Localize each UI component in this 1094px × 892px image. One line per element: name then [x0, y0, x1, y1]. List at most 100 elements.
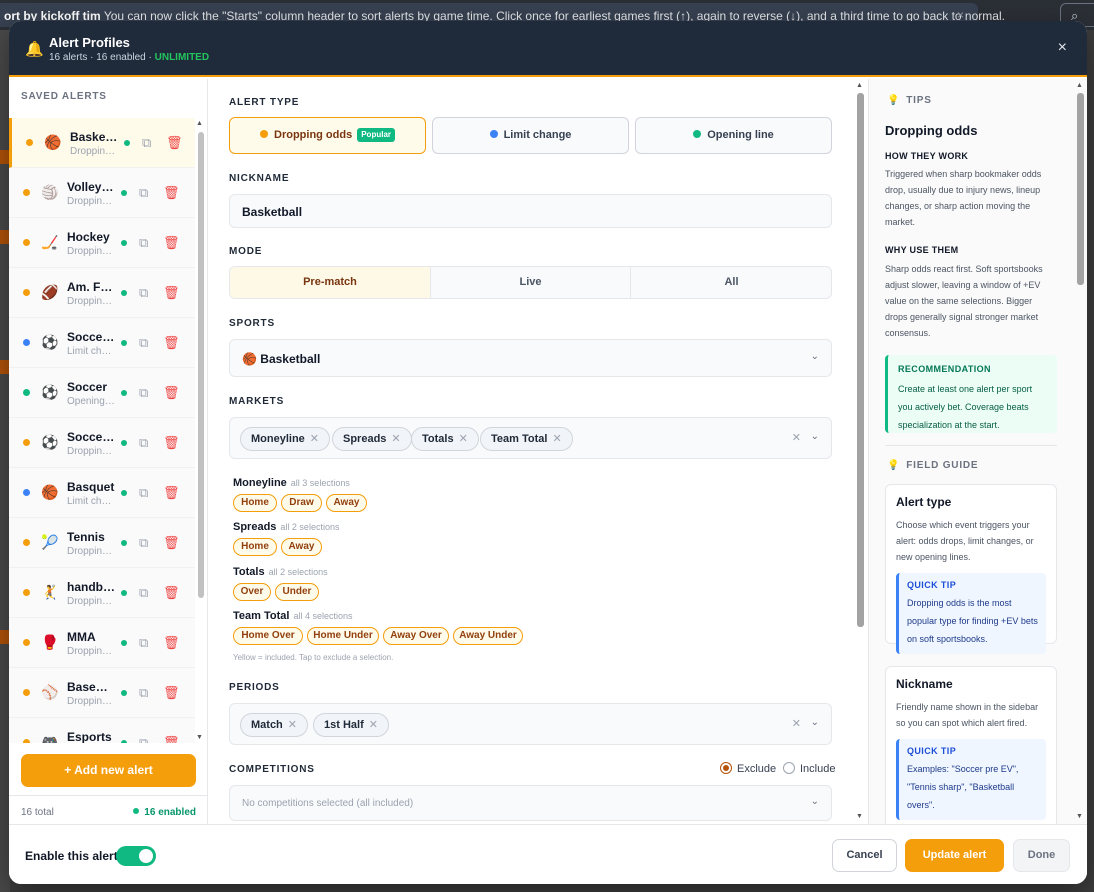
duplicate-icon[interactable]: ⧉ [139, 635, 148, 651]
scrollbar-thumb[interactable] [857, 93, 864, 627]
markets-multiselect[interactable]: Moneyline ✕ Spreads ✕ Totals ✕ Team Total ✕ … [229, 417, 832, 459]
sidebar-scrollbar[interactable]: ▲ ▼ [196, 118, 206, 743]
duplicate-icon[interactable]: ⧉ [139, 385, 148, 401]
selection-pill[interactable]: Home [233, 494, 277, 512]
clear-icon[interactable]: ✕ [792, 717, 801, 730]
sidebar-alert-item[interactable]: 🏀 Basketball Dropping odds ⧉ 🗑 [9, 118, 195, 168]
update-alert-button[interactable]: Update alert [905, 839, 1004, 872]
selection-pill[interactable]: Away [281, 538, 322, 556]
sports-select[interactable]: 🏀 Basketball ⌄ [229, 339, 832, 377]
market-chip[interactable]: Moneyline ✕ [240, 427, 331, 451]
sidebar-alert-item[interactable]: 🏈 Am. Football Dropping odds ⧉ 🗑 [9, 268, 195, 318]
market-chip[interactable]: Team Total ✕ [480, 427, 573, 451]
competitions-select[interactable]: No competitions selected (all included) … [229, 785, 832, 821]
sidebar-alert-item[interactable]: 🏐 Volleyball Dropping odds ⧉ 🗑 [9, 168, 195, 218]
add-new-alert-button[interactable]: + Add new alert [21, 754, 196, 787]
sidebar-alert-item[interactable]: 🏀 Basquet Limit change ⧉ 🗑 [9, 468, 195, 518]
sidebar-alert-item[interactable]: ⚽ Soccer sharp Dropping odds ⧉ 🗑 [9, 418, 195, 468]
sidebar-alert-item[interactable]: 🤾 handball Dropping odds ⧉ 🗑 [9, 568, 195, 618]
delete-icon[interactable]: 🗑 [163, 335, 180, 351]
duplicate-icon[interactable]: ⧉ [139, 535, 148, 551]
period-chip[interactable]: Match ✕ [240, 713, 308, 737]
chevron-down-icon[interactable]: ⌄ [811, 796, 819, 807]
delete-icon[interactable]: 🗑 [163, 185, 180, 201]
sidebar-alert-item[interactable]: 🏒 Hockey Dropping odds ⧉ 🗑 [9, 218, 195, 268]
done-button[interactable]: Done [1013, 839, 1070, 872]
sidebar-alert-item[interactable]: 🎮EsportsDropping odds⧉🗑 [9, 718, 195, 743]
delete-icon[interactable]: 🗑 [163, 585, 180, 601]
selection-pill[interactable]: Away Under [453, 627, 523, 645]
chevron-down-icon[interactable]: ⌄ [811, 717, 819, 728]
duplicate-icon[interactable]: ⧉ [142, 135, 151, 151]
sidebar-alert-item[interactable]: ⚽ Soccer pre EV Limit change ⧉ 🗑 [9, 318, 195, 368]
sidebar-alert-item[interactable]: 🥊 MMA Dropping odds ⧉ 🗑 [9, 618, 195, 668]
close-icon[interactable]: × [1058, 39, 1067, 57]
scroll-down-icon[interactable]: ▼ [1076, 813, 1083, 820]
sidebar-alert-item[interactable]: ⚽ Soccer Opening line ⧉ 🗑 [9, 368, 195, 418]
delete-icon[interactable]: 🗑 [163, 635, 180, 651]
delete-icon[interactable]: 🗑 [163, 485, 180, 501]
duplicate-icon[interactable]: ⧉ [139, 285, 148, 301]
chip-remove-icon[interactable]: ✕ [310, 433, 319, 445]
scroll-up-icon[interactable]: ▲ [856, 82, 863, 89]
sidebar-alert-item[interactable]: ⚾ Baseball Dropping odds ⧉ 🗑 [9, 668, 195, 718]
enable-alert-toggle[interactable] [116, 846, 156, 866]
delete-icon[interactable]: 🗑 [163, 435, 180, 451]
nickname-input[interactable]: Basketball [229, 194, 832, 228]
exclude-radio[interactable]: Exclude [720, 762, 776, 775]
scrollbar-thumb[interactable] [198, 132, 204, 598]
delete-icon[interactable]: 🗑 [163, 735, 180, 743]
form-scrollbar[interactable]: ▲ ▼ [853, 79, 867, 824]
duplicate-icon[interactable]: ⧉ [139, 435, 148, 451]
banner-close-icon[interactable]: × [957, 8, 964, 22]
market-chip[interactable]: Spreads ✕ [332, 427, 412, 451]
type-limit-change-button[interactable]: Limit change [432, 117, 629, 154]
duplicate-icon[interactable]: ⧉ [139, 335, 148, 351]
chevron-down-icon[interactable]: ⌄ [811, 431, 819, 442]
period-chip[interactable]: 1st Half ✕ [313, 713, 389, 737]
clear-icon[interactable]: ✕ [792, 431, 801, 444]
duplicate-icon[interactable]: ⧉ [139, 685, 148, 701]
periods-multiselect[interactable]: Match ✕ 1st Half ✕ ✕ ⌄ [229, 703, 832, 745]
delete-icon[interactable]: 🗑 [163, 285, 180, 301]
duplicate-icon[interactable]: ⧉ [139, 735, 148, 743]
type-dropping-odds-button[interactable]: Dropping odds Popular [229, 117, 426, 154]
duplicate-icon[interactable]: ⧉ [139, 185, 148, 201]
chevron-down-icon[interactable]: ⌄ [811, 351, 819, 362]
delete-icon[interactable]: 🗑 [163, 235, 180, 251]
selection-pill[interactable]: Home Over [233, 627, 303, 645]
cancel-button[interactable]: Cancel [832, 839, 897, 872]
mode-pre-match-button[interactable]: Pre-match [230, 267, 431, 298]
selection-pill[interactable]: Under [275, 583, 319, 601]
mode-live-button[interactable]: Live [431, 267, 631, 298]
scroll-up-icon[interactable]: ▲ [196, 120, 203, 127]
scroll-up-icon[interactable]: ▲ [1076, 82, 1083, 89]
chip-remove-icon[interactable]: ✕ [369, 719, 378, 731]
duplicate-icon[interactable]: ⧉ [139, 585, 148, 601]
selection-pill[interactable]: Away Over [383, 627, 449, 645]
selection-pill[interactable]: Home [233, 538, 277, 556]
mode-all-button[interactable]: All [631, 267, 831, 298]
chip-remove-icon[interactable]: ✕ [459, 433, 468, 445]
selection-pill[interactable]: Draw [281, 494, 322, 512]
duplicate-icon[interactable]: ⧉ [139, 485, 148, 501]
chip-remove-icon[interactable]: ✕ [552, 433, 561, 445]
selection-pill[interactable]: Home Under [307, 627, 379, 645]
sidebar-alert-item[interactable]: 🎾 Tennis Dropping odds ⧉ 🗑 [9, 518, 195, 568]
tips-scrollbar[interactable]: ▲ ▼ [1073, 79, 1087, 824]
type-opening-line-button[interactable]: Opening line [635, 117, 832, 154]
selection-pill[interactable]: Over [233, 583, 271, 601]
scrollbar-thumb[interactable] [1077, 93, 1084, 285]
chip-remove-icon[interactable]: ✕ [391, 433, 400, 445]
selection-pill[interactable]: Away [326, 494, 367, 512]
delete-icon[interactable]: 🗑 [163, 685, 180, 701]
duplicate-icon[interactable]: ⧉ [139, 235, 148, 251]
scroll-down-icon[interactable]: ▼ [196, 734, 203, 741]
chip-remove-icon[interactable]: ✕ [288, 719, 297, 731]
delete-icon[interactable]: 🗑 [166, 135, 183, 151]
delete-icon[interactable]: 🗑 [163, 385, 180, 401]
market-chip[interactable]: Totals ✕ [411, 427, 479, 451]
delete-icon[interactable]: 🗑 [163, 535, 180, 551]
include-radio[interactable]: Include [783, 762, 835, 775]
scroll-down-icon[interactable]: ▼ [856, 813, 863, 820]
